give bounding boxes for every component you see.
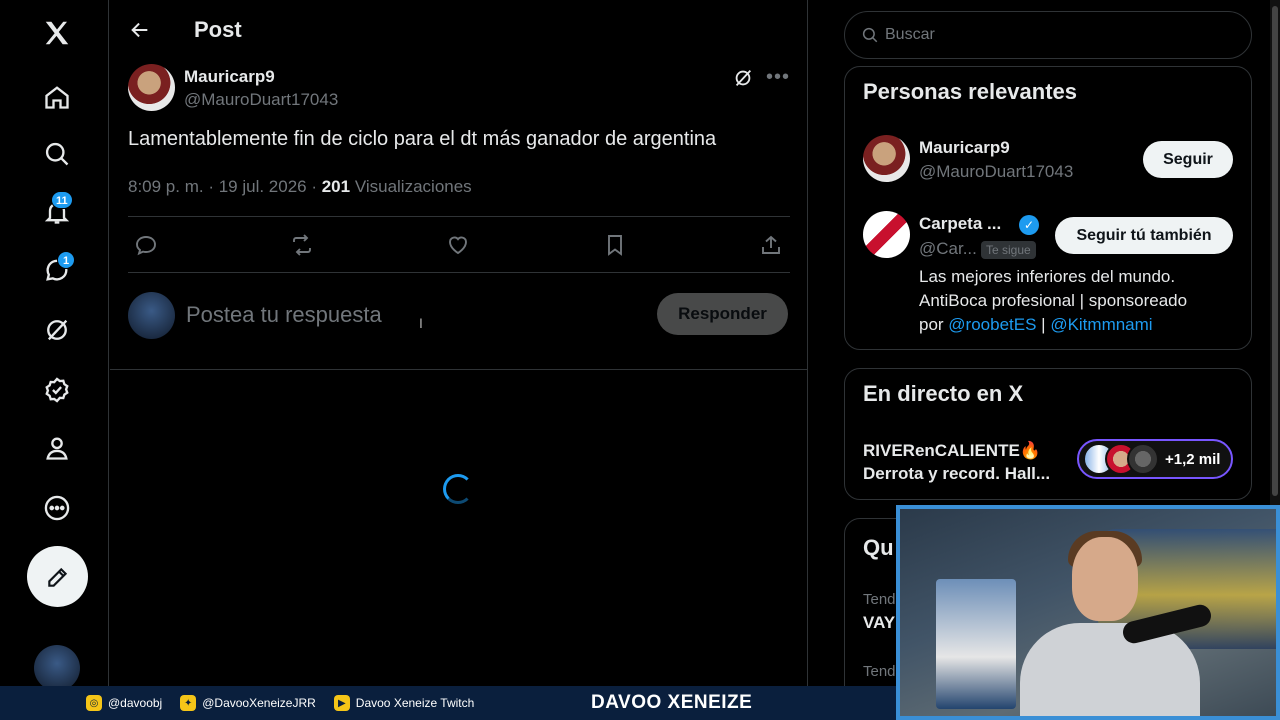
stream-banner: ◎ @davoobj ✦ @DavooXeneizeJRR ▶ Davoo Xenei…: [0, 686, 896, 720]
play-icon: ▶: [333, 695, 350, 711]
follow-back-button[interactable]: Seguir tú también: [1055, 217, 1233, 254]
post-top-actions: •••: [732, 66, 790, 89]
trend-category: Tend: [863, 591, 896, 608]
more-options-icon[interactable]: [37, 488, 77, 528]
main-column: Post Mauricarp9 @MauroDuart17043 ••• Lam…: [110, 0, 808, 686]
post-timestamp[interactable]: 8:09 p. m. · 19 jul. 2026 ·: [128, 177, 322, 196]
follows-you-badge: Te sigue: [981, 241, 1036, 259]
compose-pencil-icon: [47, 567, 67, 587]
listener-avatar: [1127, 443, 1159, 475]
author-name[interactable]: Mauricarp9: [184, 67, 275, 87]
divider: [110, 369, 808, 370]
twitch-text: Davoo Xeneize Twitch: [355, 696, 475, 710]
author-avatar[interactable]: [128, 64, 175, 111]
more-dots-icon[interactable]: •••: [766, 66, 790, 89]
instagram-text: @davoobj: [108, 696, 163, 710]
streamer-body: [1020, 623, 1200, 716]
grok-icon[interactable]: [37, 310, 77, 350]
streamer-head: [1072, 537, 1138, 621]
account-avatar[interactable]: [34, 645, 80, 691]
instagram-icon: ◎: [86, 695, 102, 711]
views-count: 201: [321, 177, 351, 196]
bio-separator: |: [1036, 315, 1051, 334]
listener-count: +1,2 mil: [1165, 450, 1221, 468]
follow-button[interactable]: Seguir: [1143, 141, 1233, 178]
twitter-text: @DavooXeneizeJRR: [202, 696, 316, 710]
explore-search-icon[interactable]: [37, 134, 77, 174]
repost-icon[interactable]: [287, 230, 317, 260]
loading-spinner-icon: [443, 474, 473, 504]
trend-name[interactable]: VAY: [863, 613, 895, 633]
page-title: Post: [194, 17, 242, 42]
home-icon[interactable]: [37, 77, 77, 117]
scrollbar-thumb[interactable]: [1272, 6, 1278, 496]
wall-poster: [936, 579, 1016, 709]
person-handle[interactable]: @MauroDuart17043: [919, 162, 1073, 182]
bio-line: AntiBoca profesional | sponsoreado: [919, 291, 1188, 310]
live-on-x-card[interactable]: En directo en X RIVERenCALIENTE🔥 Derrota…: [844, 368, 1252, 500]
compose-post-button[interactable]: [27, 546, 88, 607]
reply-icon[interactable]: [131, 230, 161, 260]
post-meta: 8:09 p. m. · 19 jul. 2026 · 201 Visualiz…: [128, 177, 472, 197]
live-title: En directo en X: [863, 381, 1024, 406]
page-header: Post: [110, 0, 807, 60]
messages-icon[interactable]: 1: [37, 250, 77, 290]
twitter-handle: ✦ @DavooXeneizeJRR: [180, 695, 316, 711]
person-avatar[interactable]: [863, 211, 910, 258]
verified-orgs-icon[interactable]: [37, 370, 77, 410]
search-input[interactable]: Buscar: [844, 11, 1252, 59]
x-logo-icon[interactable]: [37, 13, 77, 53]
text-cursor-icon: I: [419, 315, 423, 331]
reply-composer: Postea tu respuesta Responder: [128, 292, 790, 340]
webcam-overlay: [896, 505, 1280, 720]
like-heart-icon[interactable]: [443, 230, 473, 260]
left-nav: 11 1: [0, 0, 109, 691]
live-subtitle: Derrota y record. Hall...: [863, 464, 1051, 483]
bio-mention-link[interactable]: @Kitmmnami: [1050, 315, 1152, 334]
bio-line: Las mejores inferiores del mundo.: [919, 267, 1176, 286]
reply-button[interactable]: Responder: [657, 293, 788, 335]
trend-category: Tend: [863, 663, 896, 680]
twitter-bird-icon: ✦: [180, 695, 197, 711]
notifications-bell-icon[interactable]: 11: [37, 191, 77, 232]
bio-text: por: [919, 315, 949, 334]
bookmark-icon[interactable]: [600, 230, 630, 260]
grok-icon[interactable]: [732, 67, 754, 89]
post-text: Lamentablemente fin de ciclo para el dt …: [128, 128, 717, 150]
reply-input[interactable]: Postea tu respuesta: [186, 302, 382, 328]
views-label: Visualizaciones: [350, 177, 472, 196]
profile-icon[interactable]: [37, 428, 77, 468]
bio-line: por @roobetES | @Kitmmnami: [919, 313, 1239, 337]
live-host: RIVERenCALIENTE🔥: [863, 441, 1041, 460]
brand-title: DAVOO XENEIZE: [591, 692, 753, 713]
person-bio: Las mejores inferiores del mundo. AntiBo…: [919, 265, 1239, 337]
person-handle[interactable]: @Car...: [919, 239, 977, 259]
author-handle[interactable]: @MauroDuart17043: [184, 90, 338, 110]
person-name[interactable]: Carpeta ...: [919, 214, 1001, 234]
notifications-badge: 11: [51, 191, 73, 209]
reply-avatar: [128, 292, 175, 339]
search-placeholder: Buscar: [885, 26, 935, 43]
back-arrow-icon[interactable]: [122, 12, 158, 48]
bio-mention-link[interactable]: @roobetES: [948, 315, 1036, 334]
share-icon[interactable]: [756, 230, 786, 260]
instagram-handle: ◎ @davoobj: [86, 695, 162, 711]
trends-title: Qu: [863, 535, 894, 560]
post-action-bar: [128, 217, 790, 273]
relevant-people-card: Personas relevantes Mauricarp9 @MauroDua…: [844, 66, 1252, 350]
messages-badge: 1: [57, 251, 75, 269]
divider: [128, 272, 790, 273]
search-icon: [862, 27, 878, 43]
live-listeners-pill[interactable]: +1,2 mil: [1077, 439, 1233, 479]
person-avatar[interactable]: [863, 135, 910, 182]
person-name[interactable]: Mauricarp9: [919, 138, 1010, 158]
relevant-people-title: Personas relevantes: [863, 79, 1078, 104]
twitch-handle: ▶ Davoo Xeneize Twitch: [333, 695, 475, 711]
verified-badge-icon: ✓: [1019, 215, 1039, 235]
